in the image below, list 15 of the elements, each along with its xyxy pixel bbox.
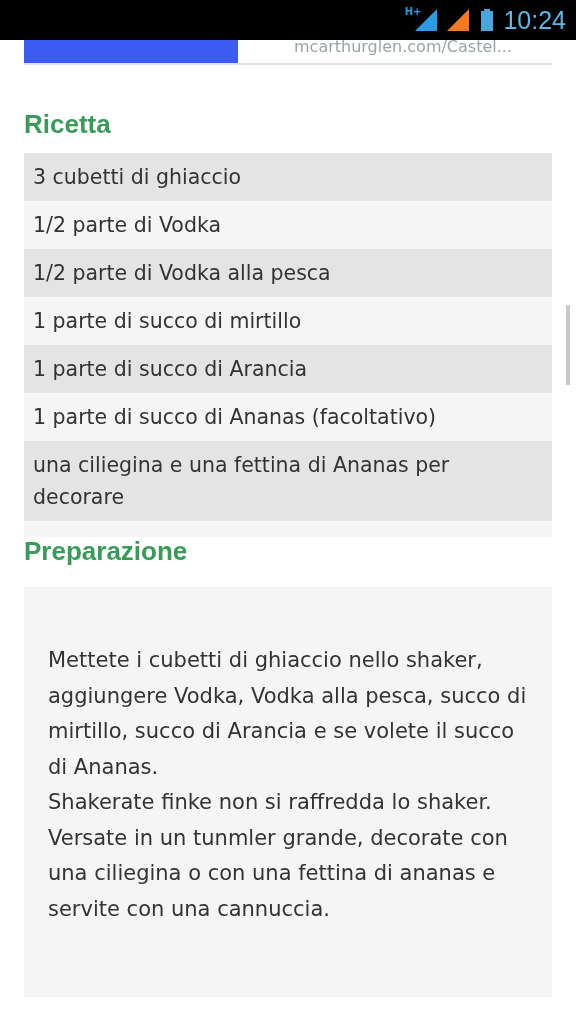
ad-url[interactable]: mcarthurglen.com/Castel...	[238, 40, 552, 63]
section-heading: Preparazione	[24, 537, 189, 568]
signal-icon	[447, 9, 470, 31]
network-type-label: H+	[404, 6, 422, 17]
battery-icon	[481, 9, 494, 31]
ad-banner[interactable]: mcarthurglen.com/Castel...	[24, 40, 552, 65]
section-heading: Ricetta	[24, 108, 112, 141]
clock: 10:24	[503, 5, 566, 35]
ingredient-row: 1 parte di succo di Arancia	[24, 345, 552, 393]
ingredient-row: 1/2 parte di Vodka alla pesca	[24, 249, 552, 297]
ingredient-row: una ciliegina e una fettina di Ananas per decorare	[24, 441, 552, 521]
instructions-text: Shakerate finke non si raffredda lo shaker. Versate in un tunmler grande, decorate con una ciliegina o con una fettina di ananas e servite con una cannuccia.	[48, 789, 509, 923]
scrollbar[interactable]	[566, 305, 570, 385]
ingredient-row: 3 cubetti di ghiaccio	[24, 153, 552, 201]
instructions-text: Mettete i cubetti di ghiaccio nello shaker, aggiungere Vodka, Vodka alla pesca, succo di mirtillo, succo di Arancia e se volete il succo di Ananas.	[48, 647, 528, 781]
